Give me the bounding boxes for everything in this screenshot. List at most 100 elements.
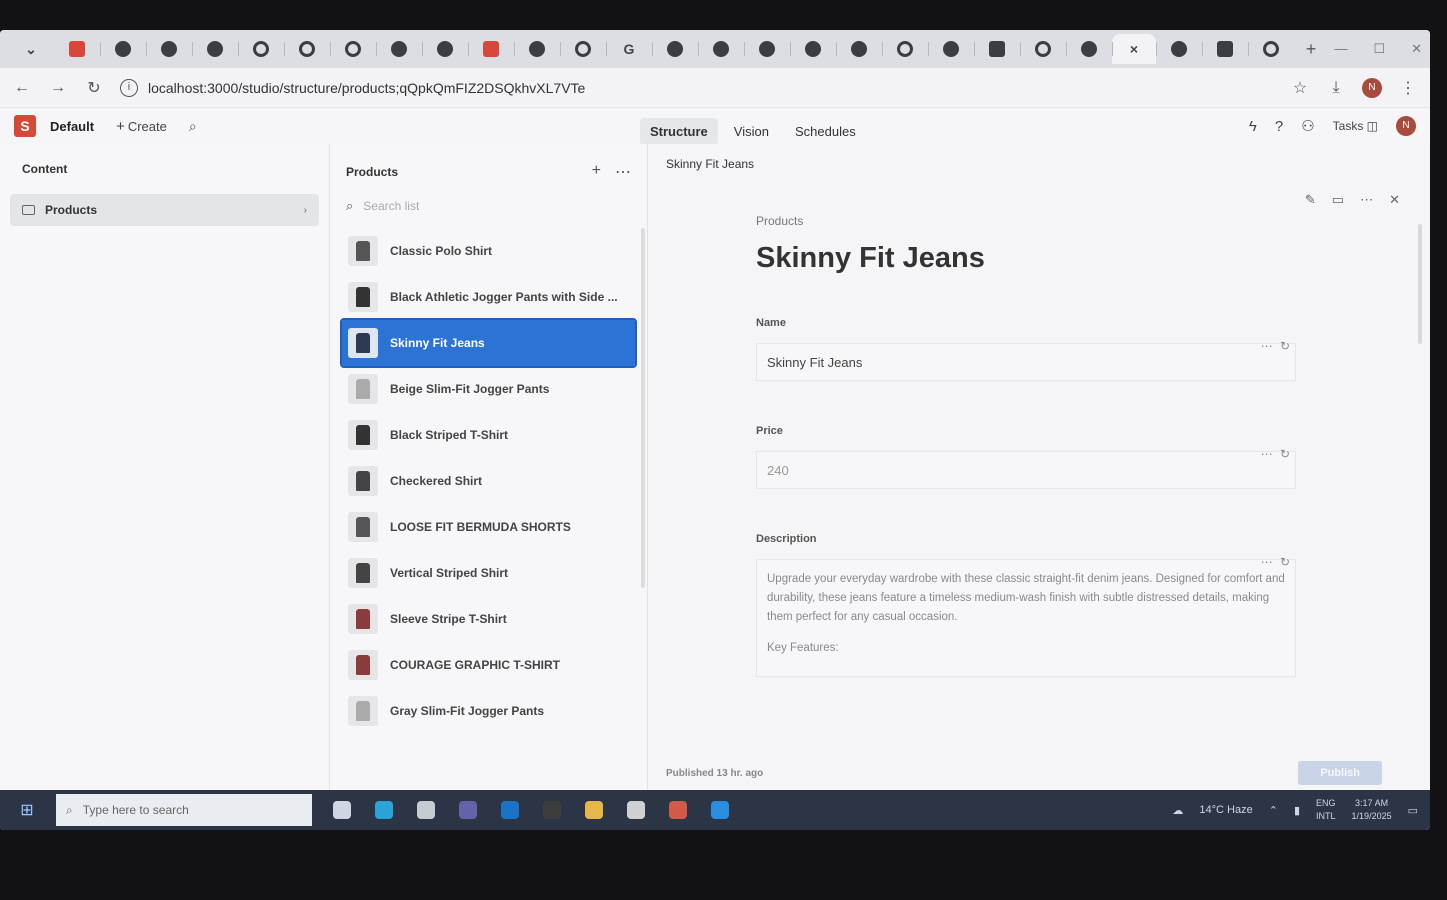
browser-tab[interactable] <box>376 34 422 64</box>
add-document-icon[interactable]: + <box>592 162 601 182</box>
browser-tab[interactable] <box>1020 34 1066 64</box>
back-icon[interactable]: ← <box>12 79 32 97</box>
pane-menu-icon[interactable]: ⋯ <box>615 162 631 182</box>
browser-tab[interactable] <box>238 34 284 64</box>
tab-list-menu[interactable]: ⌄ <box>8 34 54 64</box>
edge-icon[interactable] <box>368 797 400 823</box>
terminal-icon[interactable] <box>536 797 568 823</box>
close-pane-icon[interactable]: ✕ <box>1389 192 1400 208</box>
browser-tab[interactable]: G <box>606 34 652 64</box>
field-actions-icon[interactable]: ⋯ ↻ <box>1261 555 1292 569</box>
list-search[interactable]: ⌕ Search list <box>346 198 631 214</box>
browser-menu-icon[interactable]: ⋮ <box>1398 78 1418 98</box>
windows-start-icon[interactable]: ⊞ <box>12 800 42 820</box>
browser-tab[interactable] <box>1202 34 1248 64</box>
list-item[interactable]: Vertical Striped Shirt <box>342 550 635 596</box>
tab-schedules[interactable]: Schedules <box>785 118 866 145</box>
outlook-icon[interactable] <box>494 797 526 823</box>
list-item[interactable]: Skinny Fit Jeans <box>340 318 637 368</box>
browser-tab[interactable] <box>146 34 192 64</box>
browser-tab[interactable] <box>54 34 100 64</box>
list-scrollbar[interactable] <box>641 228 645 588</box>
maximize-icon[interactable]: ☐ <box>1373 41 1385 57</box>
new-tab-button[interactable]: + <box>1298 39 1324 60</box>
browser-tab[interactable] <box>330 34 376 64</box>
document-menu-icon[interactable]: ⋯ <box>1360 192 1373 208</box>
help-icon[interactable]: ? <box>1275 118 1283 135</box>
reload-icon[interactable]: ↻ <box>84 78 104 98</box>
browser-tab[interactable] <box>744 34 790 64</box>
browser-tab[interactable] <box>1066 34 1112 64</box>
create-button[interactable]: + Create <box>108 115 175 138</box>
weather-text[interactable]: 14°C Haze <box>1199 804 1252 816</box>
workspace-name[interactable]: Default <box>50 119 94 134</box>
browser-tab[interactable] <box>652 34 698 64</box>
browser-tab[interactable] <box>514 34 560 64</box>
list-item[interactable]: Black Striped T-Shirt <box>342 412 635 458</box>
browser-tab[interactable]: × <box>1112 34 1156 64</box>
close-window-icon[interactable]: ✕ <box>1411 41 1422 57</box>
browser-tab[interactable] <box>928 34 974 64</box>
browser-tab[interactable] <box>192 34 238 64</box>
browser-tab[interactable] <box>468 34 514 64</box>
list-item[interactable]: Sleeve Stripe T-Shirt <box>342 596 635 642</box>
url-text[interactable]: localhost:3000/studio/structure/products… <box>148 80 585 96</box>
sanity-logo-icon[interactable]: S <box>14 115 36 137</box>
sidebar-item-products[interactable]: Products › <box>10 194 319 226</box>
field-actions-icon[interactable]: ⋯ ↻ <box>1261 339 1292 353</box>
tray-chevron-icon[interactable]: ⌃ <box>1269 804 1278 817</box>
search-icon[interactable]: ⌕ <box>189 118 197 135</box>
forward-icon[interactable]: → <box>48 79 68 97</box>
clock[interactable]: 3:17 AM 1/19/2025 <box>1352 797 1392 823</box>
vscode-icon[interactable] <box>704 797 736 823</box>
tab-vision[interactable]: Vision <box>724 118 779 145</box>
browser-tab[interactable] <box>974 34 1020 64</box>
price-input[interactable]: 240 <box>756 451 1296 489</box>
list-item[interactable]: Gray Slim-Fit Jogger Pants <box>342 688 635 734</box>
notifications-icon[interactable]: ▭ <box>1408 804 1418 817</box>
publish-button[interactable]: Publish <box>1298 761 1382 785</box>
language-indicator[interactable]: ENG INTL <box>1316 797 1336 823</box>
list-item[interactable]: Black Athletic Jogger Pants with Side ..… <box>342 274 635 320</box>
tab-structure[interactable]: Structure <box>640 118 718 145</box>
field-actions-icon[interactable]: ⋯ ↻ <box>1261 447 1292 461</box>
lightning-icon[interactable]: ϟ <box>1249 118 1257 135</box>
browser-tab[interactable] <box>422 34 468 64</box>
name-input[interactable]: Skinny Fit Jeans <box>756 343 1296 381</box>
browser-tab[interactable] <box>560 34 606 64</box>
site-info-icon[interactable]: i <box>120 78 138 97</box>
browser-tab[interactable] <box>1248 34 1294 64</box>
browser-tab[interactable] <box>836 34 882 64</box>
file-explorer-icon[interactable] <box>578 797 610 823</box>
comment-icon[interactable]: ▭ <box>1332 192 1344 208</box>
chrome-icon[interactable] <box>620 797 652 823</box>
minimize-icon[interactable]: — <box>1334 41 1347 57</box>
url-box[interactable]: i localhost:3000/studio/structure/produc… <box>120 78 1274 97</box>
browser-tab[interactable] <box>790 34 836 64</box>
list-item[interactable]: LOOSE FIT BERMUDA SHORTS <box>342 504 635 550</box>
network-icon[interactable]: ▮ <box>1294 804 1300 817</box>
teams-icon[interactable] <box>452 797 484 823</box>
download-icon[interactable]: ⤓ <box>1326 79 1346 97</box>
edit-icon[interactable]: ✎ <box>1305 192 1316 208</box>
browser-tab[interactable] <box>698 34 744 64</box>
list-item[interactable]: Beige Slim-Fit Jogger Pants <box>342 366 635 412</box>
taskbar-search[interactable]: ⌕ Type here to search <box>56 794 312 826</box>
list-item[interactable]: COURAGE GRAPHIC T-SHIRT <box>342 642 635 688</box>
presence-icon[interactable]: ⚇ <box>1301 117 1314 135</box>
calculator-icon[interactable] <box>410 797 442 823</box>
browser-tab[interactable] <box>284 34 330 64</box>
user-avatar[interactable]: N <box>1396 116 1416 136</box>
list-item[interactable]: Checkered Shirt <box>342 458 635 504</box>
description-textarea[interactable]: Upgrade your everyday wardrobe with thes… <box>756 559 1296 677</box>
chrome-icon[interactable] <box>662 797 694 823</box>
browser-tab[interactable] <box>882 34 928 64</box>
list-item[interactable]: Classic Polo Shirt <box>342 228 635 274</box>
weather-icon[interactable]: ☁ <box>1172 804 1183 817</box>
task-view-icon[interactable] <box>326 797 358 823</box>
browser-profile-avatar[interactable]: N <box>1362 77 1382 98</box>
bookmark-star-icon[interactable]: ☆ <box>1290 78 1310 98</box>
editor-scrollbar[interactable] <box>1418 224 1422 344</box>
tasks-button[interactable]: Tasks ◫ <box>1333 119 1378 133</box>
browser-tab[interactable] <box>1156 34 1202 64</box>
